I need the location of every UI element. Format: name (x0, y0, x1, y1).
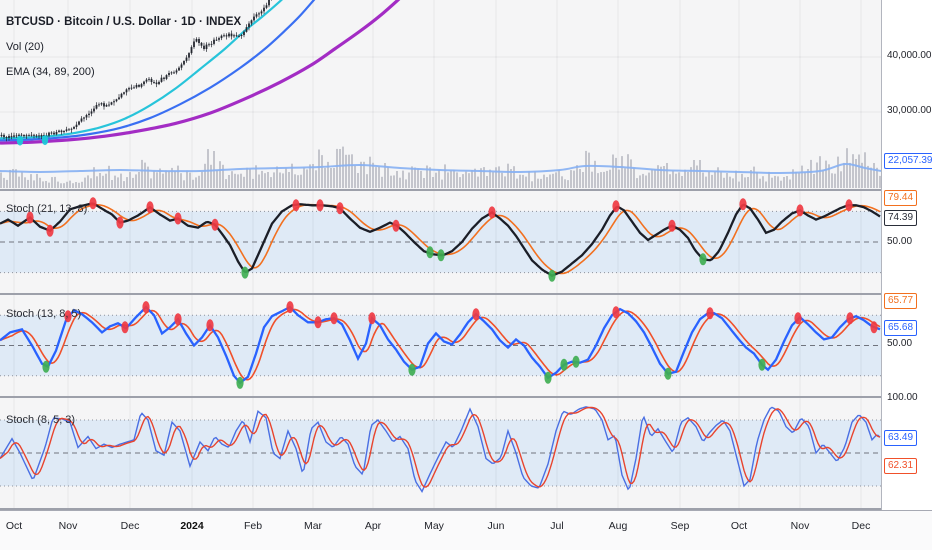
stoch-21-13-8-label[interactable]: Stoch (21, 13, 8) (6, 203, 87, 215)
last-value-box: 22,057.39 (884, 153, 932, 169)
time-axis-label: Jul (550, 520, 564, 532)
last-value-box: 65.68 (884, 320, 918, 336)
time-axis-label: Apr (364, 520, 382, 532)
last-value-box: 74.39 (884, 210, 918, 226)
time-axis-label: Oct (5, 520, 23, 532)
time-axis-label: Nov (58, 520, 78, 532)
time-axis-label: Feb (243, 520, 263, 532)
price-axis-label: 50.00 (887, 236, 913, 247)
time-axis-label: Jun (487, 520, 505, 532)
last-value-box: 63.49 (884, 430, 918, 446)
time-axis-label: Aug (608, 520, 628, 532)
time-axis-label: Nov (790, 520, 810, 532)
price-axis-label: 100.00 (887, 392, 918, 403)
time-axis-label: Sep (670, 520, 690, 532)
price-axis-label: 40,000.00 (887, 50, 932, 61)
legend-volume-indicator[interactable]: Vol (20) (6, 41, 44, 53)
pane-separator[interactable] (0, 189, 881, 191)
time-axis-label: May (424, 520, 444, 532)
time-axis-label: Mar (303, 520, 323, 532)
chart-canvas[interactable] (0, 0, 932, 550)
stoch-13-8-5-label[interactable]: Stoch (13, 8, 5) (6, 308, 81, 320)
price-axis-label: 50.00 (887, 338, 913, 349)
last-value-box: 62.31 (884, 458, 918, 474)
trading-chart-app: BTCUSD · Bitcoin / U.S. Dollar · 1D · IN… (0, 0, 932, 550)
price-axis-label: 30,000.00 (887, 105, 932, 116)
time-axis-label: Oct (730, 520, 748, 532)
pane-separator[interactable] (0, 293, 881, 295)
last-value-box: 65.77 (884, 293, 918, 309)
legend-ema-indicator[interactable]: EMA (34, 89, 200) (6, 66, 95, 78)
pane-separator[interactable] (0, 396, 881, 398)
symbol-title[interactable]: BTCUSD · Bitcoin / U.S. Dollar · 1D · IN… (6, 16, 241, 28)
time-axis-label: Dec (120, 520, 140, 532)
stoch-8-5-3-label[interactable]: Stoch (8, 5, 3) (6, 414, 75, 426)
last-value-box: 79.44 (884, 190, 918, 206)
time-axis[interactable]: Oct Nov Dec 2024 Feb Mar Apr May Jun Jul Aug Sep Oct… (0, 510, 932, 550)
time-axis-label: Dec (851, 520, 871, 532)
price-axis[interactable]: 40,000.00 30,000.00 50.00 50.00 100.00 22,057… (881, 0, 932, 510)
time-axis-label: 2024 (180, 520, 204, 532)
